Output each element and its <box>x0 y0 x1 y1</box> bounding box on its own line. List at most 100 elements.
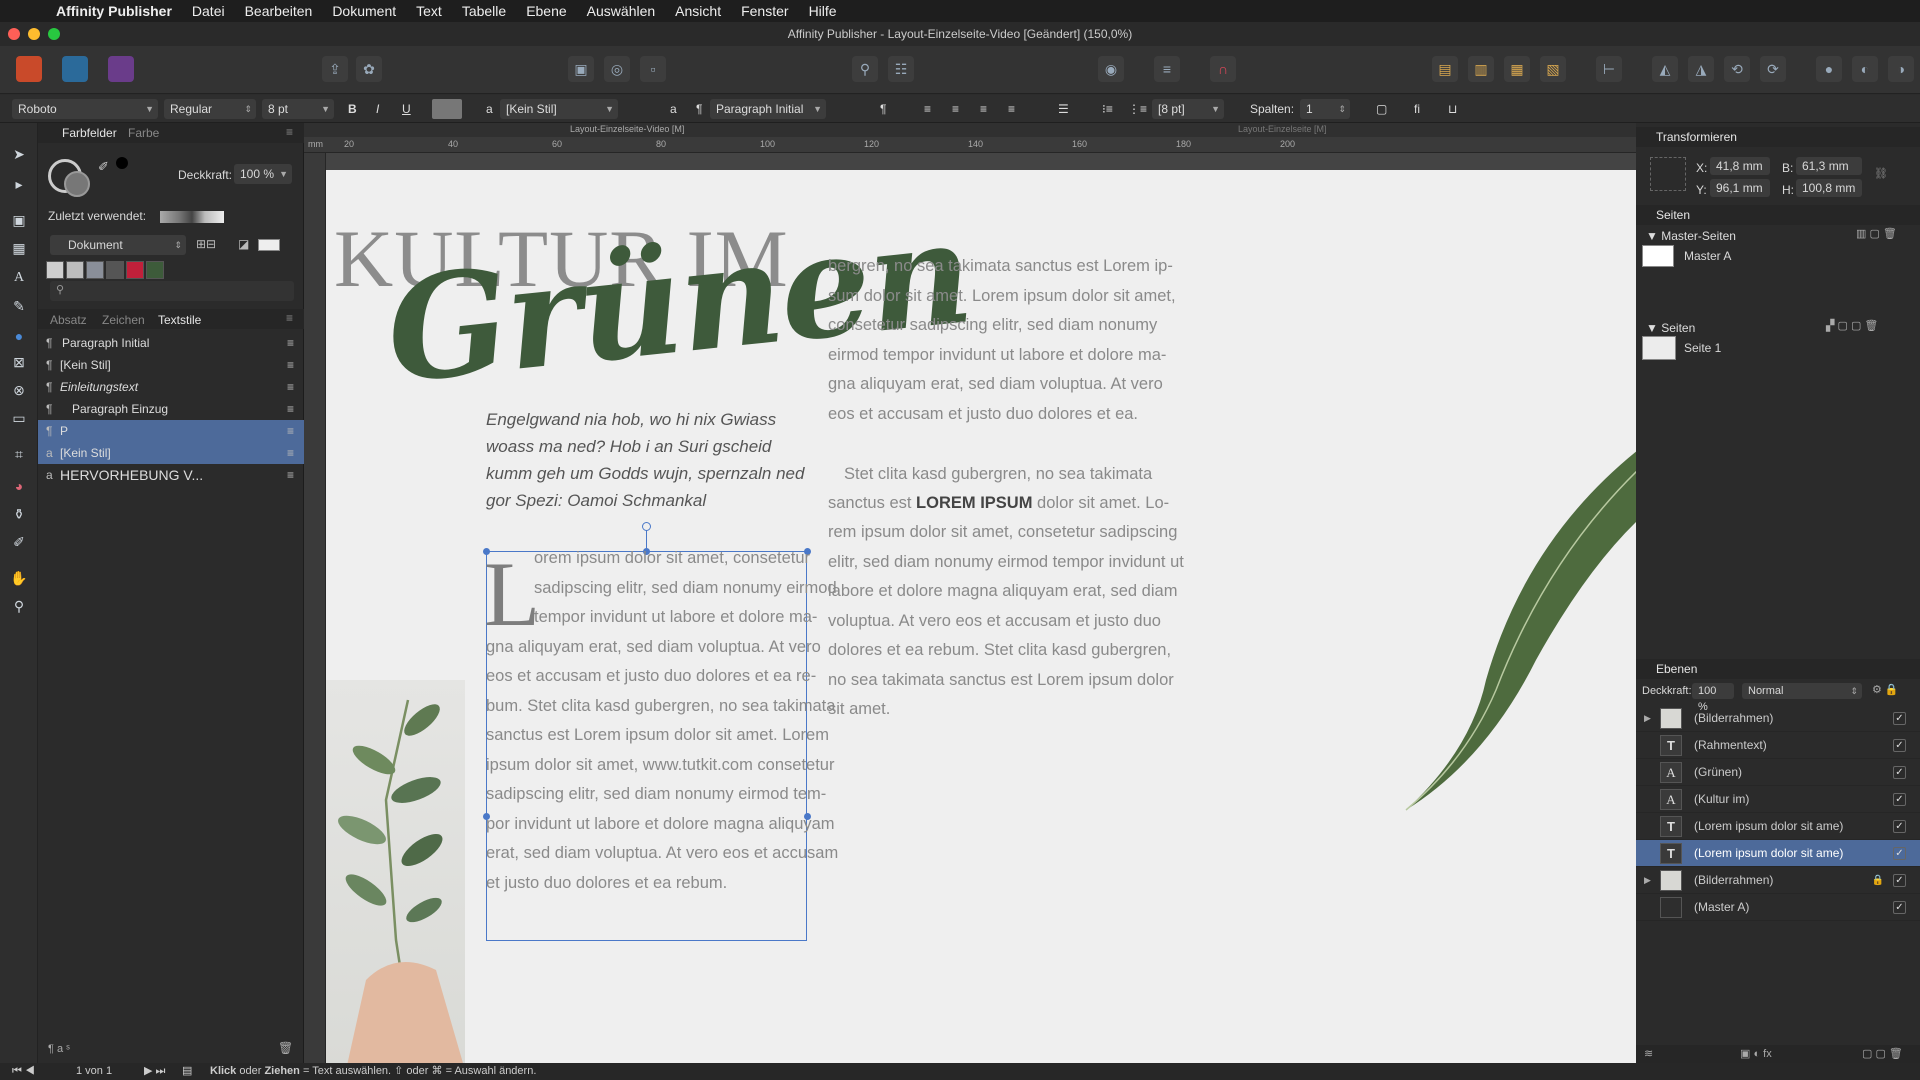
align-right-icon[interactable]: ≡ <box>980 99 987 119</box>
style-menu-icon[interactable]: ≡ <box>287 376 294 398</box>
visibility-checkbox[interactable]: ✓ <box>1893 793 1906 806</box>
arrange-back-icon[interactable]: ▤ <box>1432 56 1458 82</box>
style-menu-icon[interactable]: ≡ <box>287 442 294 464</box>
expand-arrow-icon[interactable]: ▶ <box>1644 867 1651 894</box>
left-ruler[interactable] <box>304 153 326 1063</box>
text-style-row[interactable]: ¶ P ≡ <box>38 420 304 442</box>
font-weight-select[interactable]: Regular ⇕ <box>164 99 256 119</box>
text-style-row[interactable]: a HERVORHEBUNG V... ≡ <box>38 464 304 486</box>
assets-icon[interactable]: ✿ <box>356 56 382 82</box>
expand-arrow-icon[interactable]: ▶ <box>1644 705 1651 732</box>
layers-opacity-field[interactable]: 100 % <box>1692 683 1734 713</box>
style-menu-icon[interactable]: ≡ <box>287 332 294 354</box>
publisher-persona-icon[interactable] <box>16 56 42 82</box>
character-style-select[interactable]: [Kein Stil] ▼ <box>500 99 618 119</box>
text-style-row[interactable]: a [Kein Stil] ≡ <box>38 442 304 464</box>
link-icon[interactable]: ⛓ <box>1874 167 1888 180</box>
menu-text[interactable]: Text <box>416 3 442 19</box>
visibility-checkbox[interactable]: ✓ <box>1893 847 1906 860</box>
line-spacing-icon[interactable]: ☰ <box>1058 99 1069 119</box>
lock-icon[interactable]: 🔒 <box>1872 867 1884 894</box>
add-swatch-icon[interactable] <box>258 239 280 251</box>
palette-select[interactable]: Dokument ⇕ <box>50 235 186 255</box>
place-image-tool-icon[interactable]: ▭ <box>8 407 30 429</box>
arrange-front-icon[interactable]: ▧ <box>1540 56 1566 82</box>
color-swatch[interactable] <box>106 261 124 279</box>
color-picker-tool-icon[interactable]: ◕ <box>8 475 30 497</box>
snapping-icon[interactable]: ∩ <box>1210 56 1236 82</box>
arrange-forward-icon[interactable]: ▦ <box>1504 56 1530 82</box>
tab-farbe[interactable]: Farbe <box>128 126 159 140</box>
tab-farbfelder[interactable]: Farbfelder <box>62 126 117 140</box>
artistic-text-tool-icon[interactable]: A <box>8 267 30 289</box>
pages-panel-header[interactable]: Seiten <box>1636 205 1920 225</box>
menu-hilfe[interactable]: Hilfe <box>809 3 837 19</box>
color-swatch[interactable] <box>126 261 144 279</box>
opacity-field[interactable]: 100 % ▼ <box>234 164 292 184</box>
columns-field[interactable]: 1 ⇕ <box>1300 99 1350 119</box>
share-icon[interactable]: ⇪ <box>322 56 348 82</box>
visibility-checkbox[interactable]: ✓ <box>1893 874 1906 887</box>
zoom-window-button[interactable] <box>48 28 60 40</box>
boolean-add-icon[interactable]: ● <box>1816 56 1842 82</box>
add-delete-layer-icons[interactable]: ▢ ▢ 🗑 <box>1862 1047 1903 1060</box>
flip-vertical-icon[interactable]: ◮ <box>1688 56 1714 82</box>
recent-swatches[interactable] <box>160 211 224 223</box>
node-tool-icon[interactable]: ▸ <box>8 173 30 195</box>
style-menu-icon[interactable]: ≡ <box>287 420 294 442</box>
menu-tabelle[interactable]: Tabelle <box>462 3 506 19</box>
panel-menu-icon[interactable]: ≡ <box>286 125 293 139</box>
baseline-grid-icon[interactable]: ≡ <box>1154 56 1180 82</box>
text-color-swatch[interactable] <box>432 99 462 119</box>
master-pages-section[interactable]: ▼ Master-Seiten <box>1646 229 1736 243</box>
hand-tool-icon[interactable]: ✋ <box>8 567 30 589</box>
pin-icon[interactable]: ⚲ <box>852 56 878 82</box>
frame-options-icon[interactable]: ▢ <box>1376 99 1387 119</box>
layers-stack-icon[interactable]: ≋ <box>1644 1047 1653 1060</box>
align-left-icon[interactable]: ≡ <box>924 99 931 119</box>
layers-panel-header[interactable]: Ebenen <box>1636 659 1920 679</box>
styles-menu-icon[interactable]: ≡ <box>286 311 293 325</box>
character-a-icon[interactable]: a <box>670 99 677 119</box>
color-swatch[interactable] <box>66 261 84 279</box>
baseline-icon[interactable]: ⊔ <box>1448 99 1457 119</box>
margins-icon[interactable]: ▫ <box>640 56 666 82</box>
layer-row[interactable]: A (Kultur im) ✓ <box>1636 786 1920 813</box>
crop-tool-icon[interactable]: ⌗ <box>8 443 30 465</box>
layer-settings-icon[interactable]: ⚙ 🔒 <box>1872 683 1899 696</box>
page-1-label[interactable]: Seite 1 <box>1684 341 1721 355</box>
shape-tool-icon[interactable]: ● <box>8 325 30 347</box>
text-style-row[interactable]: ¶ [Kein Stil] ≡ <box>38 354 304 376</box>
rotation-handle[interactable] <box>642 522 651 531</box>
minimize-window-button[interactable] <box>28 28 40 40</box>
doc-tab-einzelseite[interactable]: Layout-Einzelseite [M] <box>1238 124 1327 134</box>
designer-persona-icon[interactable] <box>62 56 88 82</box>
flip-horizontal-icon[interactable]: ◭ <box>1652 56 1678 82</box>
underline-button[interactable]: U <box>402 99 411 119</box>
master-actions-icons[interactable]: ▥ ▢ 🗑 <box>1856 227 1897 240</box>
visibility-checkbox[interactable]: ✓ <box>1893 766 1906 779</box>
layer-row[interactable]: ▶ (Bilderrahmen) ✓ <box>1636 705 1920 732</box>
picture-frame-tool-icon[interactable]: ⊠ <box>8 351 30 373</box>
layer-row[interactable]: T (Lorem ipsum dolor sit ame) ✓ <box>1636 813 1920 840</box>
b-field[interactable]: 61,3 mm <box>1796 157 1862 175</box>
style-menu-icon[interactable]: ≡ <box>287 354 294 376</box>
intro-text[interactable]: Engelgwand nia hob, wo hi nix Gwiass woa… <box>486 406 816 514</box>
fill-tool-icon[interactable]: ⚱ <box>8 503 30 525</box>
text-style-row[interactable]: ¶ Einleitungstext ≡ <box>38 376 304 398</box>
page-spread-icon[interactable]: ▤ <box>182 1063 192 1080</box>
font-size-select[interactable]: 8 pt ▼ <box>262 99 334 119</box>
leading-select[interactable]: [8 pt] ▼ <box>1152 99 1224 119</box>
style-menu-icon[interactable]: ≡ <box>287 464 294 486</box>
pilcrow-icon[interactable]: ¶ <box>880 99 886 119</box>
menu-datei[interactable]: Datei <box>192 3 225 19</box>
visibility-checkbox[interactable]: ✓ <box>1893 739 1906 752</box>
black-swatch-icon[interactable] <box>116 157 128 169</box>
rotate-left-icon[interactable]: ⟲ <box>1724 56 1750 82</box>
none-swatch-icon[interactable]: ◪ <box>238 237 249 251</box>
menu-bearbeiten[interactable]: Bearbeiten <box>245 3 313 19</box>
move-tool-icon[interactable]: ➤ <box>8 143 30 165</box>
y-field[interactable]: 96,1 mm <box>1710 179 1770 197</box>
master-a-label[interactable]: Master A <box>1684 249 1731 263</box>
layer-row[interactable]: T (Lorem ipsum dolor sit ame) ✓ <box>1636 840 1920 867</box>
